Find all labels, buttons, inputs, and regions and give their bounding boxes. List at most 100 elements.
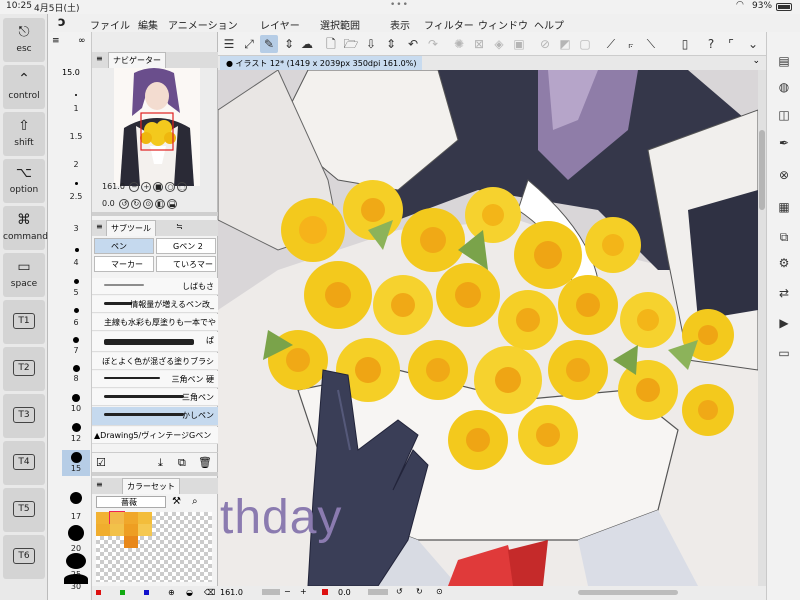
palette-menu-icon[interactable]: ≡ [52,36,60,46]
swatch[interactable] [124,536,138,548]
fill-selection-icon[interactable]: ◈ [490,35,508,53]
rotate-left-icon[interactable]: ↺ [396,587,403,596]
clear-outside-icon[interactable]: ⊠ [470,35,488,53]
fill-icon[interactable]: ◒ [186,588,193,597]
chevron-expand-icon[interactable]: ⌄ [744,35,762,53]
brush-item[interactable]: 主線も水彩も厚塗りも一本でや [92,314,218,331]
multitask-dots-icon[interactable]: ••• [390,0,409,10]
zoom-in-icon[interactable]: + [141,182,152,192]
zoom-100-icon[interactable]: ○ [165,182,176,192]
clear-icon[interactable]: ✺ [450,35,468,53]
t2-button[interactable]: T2 [3,347,45,391]
reset-rotation-icon[interactable]: ⊙ [436,587,443,596]
rotate-left-icon[interactable]: ↺ [119,199,130,209]
edit-icon[interactable]: ✎ [260,35,278,53]
subtool-extra-tab-icon[interactable]: ≒ [176,222,183,231]
size-2.5[interactable]: 2.5 [62,192,90,201]
scrollbar-thumb[interactable] [759,130,765,210]
save-icon[interactable]: ▤ [775,52,793,70]
flip-vertical-icon[interactable]: ⬓ [167,199,178,209]
brush-item[interactable]: ぼとよく色が混ざる塗りブラシ [92,353,218,370]
navigator-angle-value[interactable]: 0.0 [102,199,115,208]
control-key[interactable]: ⌃ control [3,65,45,109]
swap-icon[interactable]: ⇄ [775,284,793,302]
import-icon[interactable]: ⤓ [158,456,163,470]
t3-button[interactable]: T3 [3,394,45,438]
size-8[interactable]: 8 [62,374,90,383]
size-1.5[interactable]: 1.5 [62,132,90,141]
blue-slot[interactable] [144,590,149,595]
size-4[interactable]: 4 [62,258,90,267]
colorset-select[interactable]: 薔薇 [96,496,166,508]
flip-horizontal-icon[interactable]: ◧ [155,199,166,209]
chip-pen[interactable]: ペン [94,238,154,254]
cloud-sync-icon[interactable]: ☁ [298,35,316,53]
fit-screen-icon[interactable]: ■ [153,182,164,192]
swatch[interactable] [109,511,125,525]
brush-item[interactable]: 三角ペン [92,389,218,406]
t6-button[interactable]: T6 [3,535,45,579]
size-17[interactable]: 17 [62,512,90,521]
zoom-out-icon[interactable]: − [129,182,140,192]
chip-teiro-marker[interactable]: ていろマー [156,256,216,272]
new-file-icon[interactable]: 🗋 [322,35,340,53]
eyedropper-icon[interactable]: ⊕ [168,588,175,597]
brush-item[interactable]: しばもさ [92,278,218,295]
size-3[interactable]: 3 [62,224,90,233]
delete-icon[interactable]: 🗑 [198,456,212,469]
crop-icon[interactable]: ⌜ [722,35,740,53]
swatch[interactable] [110,524,124,536]
brush-size-value[interactable]: 15.0 [62,68,80,77]
menu-edit[interactable]: 編集 [138,17,158,32]
swatch[interactable] [96,524,110,536]
snap-grid-icon[interactable]: ⟍ [642,35,660,53]
chevron-down-icon[interactable]: ⌄ [752,56,760,66]
menu-layer[interactable]: レイヤー [260,17,300,32]
rotate-right-icon[interactable]: ↻ [131,199,142,209]
rotate-right-icon[interactable]: ↻ [416,587,423,596]
drawing-canvas[interactable]: thday [218,70,758,586]
swatch[interactable] [138,524,152,536]
menu-view[interactable]: 表示 [390,17,410,32]
size-6[interactable]: 6 [62,318,90,327]
menu-file[interactable]: ファイル [90,17,130,32]
zoom-out-icon[interactable]: − [284,587,291,596]
brush-item-selected[interactable]: かしペン [92,407,218,426]
size-5[interactable]: 5 [62,288,90,297]
chevron-down-icon[interactable]: ⇕ [382,35,400,53]
panel-menu-icon[interactable]: ≡ [96,480,103,489]
red-slot[interactable] [96,590,101,595]
option-key[interactable]: ⌥ option [3,159,45,203]
t5-button[interactable]: T5 [3,488,45,532]
save-icon[interactable]: ⇩ [362,35,380,53]
layer-stack-icon[interactable]: ⧉ [775,228,793,246]
trash-icon[interactable]: ⌫ [204,588,215,597]
size-20[interactable]: 20 [62,544,90,553]
chip-marker[interactable]: マーカー [94,256,154,272]
subtool-settings-icon[interactable]: ☑ [96,456,106,469]
wrench-icon[interactable]: ⚒ [172,496,181,507]
swatch[interactable] [124,512,138,524]
brush-item[interactable]: 三角ペン 硬 [92,371,218,388]
fit-icon[interactable]: ⤢ [240,35,258,53]
panel-icon[interactable]: ▭ [775,344,793,362]
green-slot[interactable] [120,590,125,595]
t1-button[interactable]: T1 [3,300,45,344]
size-10[interactable]: 10 [62,404,90,413]
esc-key[interactable]: ⎋ esc [3,18,45,62]
size-2[interactable]: 2 [62,160,90,169]
menu-selection[interactable]: 選択範囲 [320,17,360,32]
panel-menu-icon[interactable]: ≡ [96,54,103,63]
brush-item[interactable]: ぱ [92,332,218,352]
brush-item[interactable]: 情報量が増えるペン改_ [92,296,218,313]
chip-gpen2[interactable]: Gペン 2 [156,238,216,254]
new-raster-icon[interactable]: ▣ [510,35,528,53]
size-1[interactable]: 1 [62,104,90,113]
selection-border-icon[interactable]: ▢ [576,35,594,53]
layers-icon[interactable]: ◫ [775,106,793,124]
duplicate-icon[interactable]: ⧉ [178,456,186,470]
calendar-icon[interactable]: ▦ [775,198,793,216]
rotate-slider[interactable] [368,589,388,595]
zoom-slider[interactable] [262,589,280,595]
device-icon[interactable]: ▯ [676,35,694,53]
